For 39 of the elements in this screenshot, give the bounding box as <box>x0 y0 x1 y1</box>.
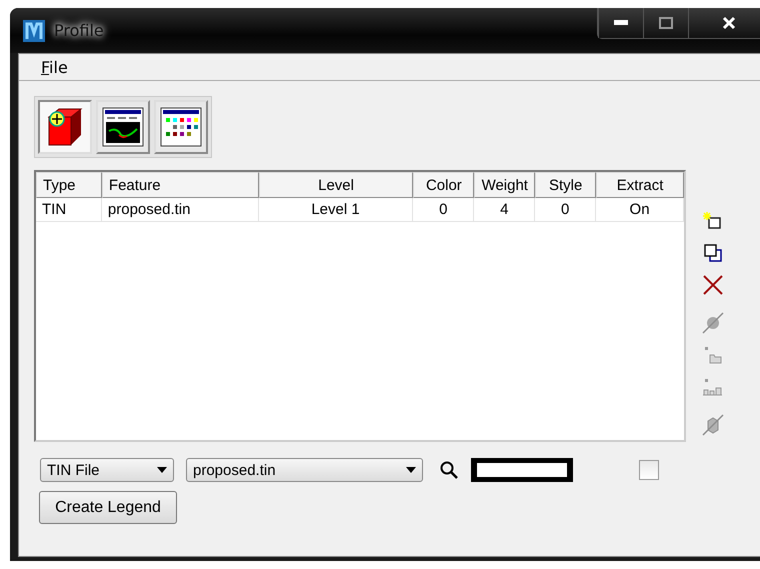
type-dropdown[interactable]: TIN File <box>40 458 174 482</box>
close-button[interactable] <box>688 8 760 38</box>
copy-icon[interactable] <box>702 242 724 264</box>
column-header[interactable]: Level <box>258 172 414 198</box>
column-header[interactable]: Weight <box>474 172 536 198</box>
table-cell: 4 <box>474 198 536 222</box>
new-item-icon[interactable] <box>702 210 724 232</box>
maximize-icon <box>659 17 673 29</box>
table-cell: 0 <box>413 198 474 222</box>
search-icon[interactable] <box>439 460 459 480</box>
toolbar-button[interactable] <box>154 100 208 154</box>
table-cell: Level 1 <box>258 198 414 222</box>
caret-icon <box>157 467 167 473</box>
toolbar-button[interactable] <box>96 100 150 154</box>
column-header[interactable]: Feature <box>102 172 259 198</box>
menu-item[interactable]: File <box>31 58 78 76</box>
table-cell: 0 <box>535 198 596 222</box>
window-title: Profile <box>54 21 104 40</box>
column-header[interactable]: Style <box>535 172 596 198</box>
column-header[interactable]: Type <box>36 172 102 198</box>
profile-window-icon <box>101 105 145 149</box>
table-cell: On <box>596 198 684 222</box>
minimize-button[interactable] <box>598 8 643 38</box>
line-weight-swatch[interactable] <box>471 458 573 482</box>
toolbar-button[interactable] <box>38 100 92 154</box>
close-icon <box>722 16 736 30</box>
create-legend-button[interactable]: Create Legend <box>39 491 177 524</box>
column-header[interactable]: Color <box>413 172 474 198</box>
minimize-icon <box>614 20 628 26</box>
app-icon <box>22 18 46 42</box>
caret-icon <box>406 467 416 473</box>
table-cell: proposed.tin <box>102 198 259 222</box>
table-cell: TIN <box>36 198 102 222</box>
color-palette-icon <box>159 105 203 149</box>
column-header[interactable]: Extract <box>596 172 684 198</box>
maximize-button[interactable] <box>643 8 688 38</box>
delete-icon[interactable] <box>702 274 724 296</box>
extract-checkbox[interactable] <box>639 460 659 480</box>
file-dropdown[interactable]: proposed.tin <box>186 458 423 482</box>
